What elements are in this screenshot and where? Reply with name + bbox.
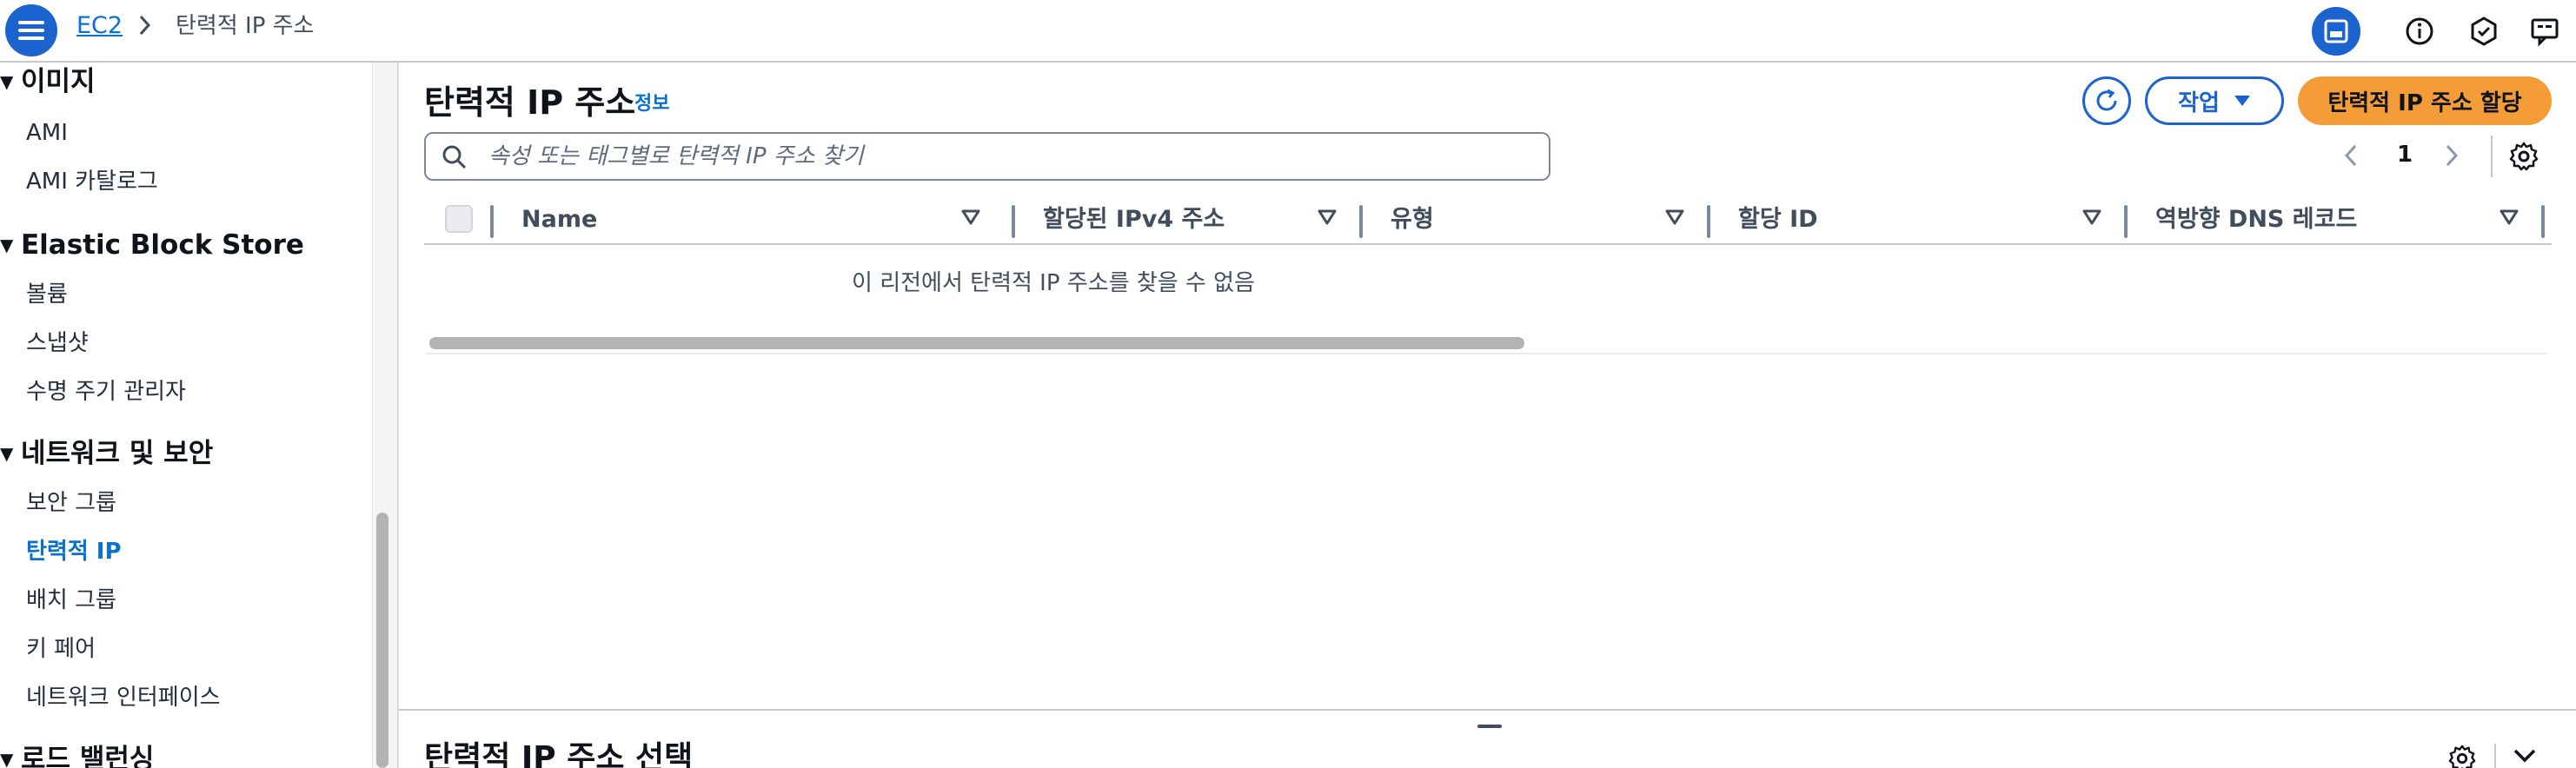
column-header-allocation-id[interactable]: 할당 ID: [1738, 203, 1818, 236]
search-field[interactable]: [424, 132, 1550, 181]
select-all-checkbox[interactable]: [445, 205, 473, 233]
sidebar-item-security-groups[interactable]: 보안 그룹: [26, 487, 116, 519]
sidebar-item-elastic-ip[interactable]: 탄력적 IP: [26, 536, 122, 567]
sidebar-navigation: ▼ 이미지 AMI AMI 카탈로그 ▼ Elastic Block Store 볼…: [0, 63, 372, 768]
caret-down-icon: [2234, 96, 2250, 106]
allocate-elastic-ip-button[interactable]: 탄력적 IP 주소 할당: [2298, 76, 2552, 125]
search-input[interactable]: [488, 139, 1531, 174]
sort-icon[interactable]: [2500, 209, 2519, 226]
info-link[interactable]: 정보: [634, 92, 669, 116]
table-empty-message: 이 리전에서 탄력적 IP 주소를 찾을 수 없음: [852, 270, 1255, 296]
refresh-icon: [2096, 89, 2117, 111]
split-panel-divider: [2494, 744, 2496, 768]
column-header-ipv4[interactable]: 할당된 IPv4 주소: [1043, 203, 1225, 236]
sidebar-scrollbar-thumb[interactable]: [376, 513, 388, 768]
sort-icon[interactable]: [2082, 209, 2101, 226]
sidebar-item-ami[interactable]: AMI: [26, 117, 68, 149]
pagination-divider: [2491, 136, 2493, 177]
column-header-name[interactable]: Name: [521, 203, 597, 236]
top-navigation: EC2 탄력적 IP 주소: [0, 0, 2576, 63]
column-divider[interactable]: [1012, 205, 1015, 238]
sidebar-section-images[interactable]: ▼ 이미지: [0, 64, 96, 99]
sidebar-item-network-interfaces[interactable]: 네트워크 인터페이스: [26, 682, 221, 713]
sidebar-section-label: Elastic Block Store: [21, 229, 304, 261]
caret-down-icon: ▼: [0, 71, 14, 92]
sidebar-section-ebs[interactable]: ▼ Elastic Block Store: [0, 228, 304, 262]
chevron-right-icon: [137, 12, 153, 42]
sidebar-item-volumes[interactable]: 볼륨: [26, 279, 68, 310]
menu-icon[interactable]: [5, 4, 57, 56]
breadcrumb-current: 탄력적 IP 주소: [176, 13, 315, 39]
chevron-down-icon[interactable]: [2512, 747, 2538, 768]
panel-toggle-icon[interactable]: [2312, 7, 2360, 56]
refresh-button[interactable]: [2082, 76, 2131, 125]
split-panel-settings-gear-icon[interactable]: [2447, 744, 2477, 768]
column-divider[interactable]: [2124, 205, 2128, 238]
sidebar-section-network-security[interactable]: ▼ 네트워크 및 보안: [0, 436, 213, 471]
sort-icon[interactable]: [1665, 209, 1684, 226]
pagination-page-number[interactable]: 1: [2397, 139, 2413, 170]
sidebar-item-key-pairs[interactable]: 키 페어: [26, 633, 96, 665]
sidebar-section-label: 로드 밸런싱: [21, 744, 155, 768]
info-icon[interactable]: [2395, 7, 2444, 56]
breadcrumb-ec2-link[interactable]: EC2: [76, 10, 123, 42]
sidebar-item-lifecycle-manager[interactable]: 수명 주기 관리자: [26, 376, 186, 407]
pagination-next-icon[interactable]: [2444, 142, 2460, 172]
actions-label: 작업: [2178, 89, 2220, 116]
settings-gear-icon[interactable]: [2508, 141, 2539, 175]
column-header-reverse-dns[interactable]: 역방향 DNS 레코드: [2155, 203, 2357, 236]
sidebar-item-placement-groups[interactable]: 배치 그룹: [26, 585, 116, 616]
sort-icon[interactable]: [1318, 209, 1337, 226]
feedback-icon[interactable]: [2520, 7, 2569, 56]
sidebar-divider: [397, 63, 399, 768]
caret-down-icon: ▼: [0, 235, 14, 255]
split-panel-border: [399, 709, 2576, 711]
page-title: 탄력적 IP 주소: [424, 83, 636, 122]
sort-icon[interactable]: [961, 209, 980, 226]
actions-dropdown-button[interactable]: 작업: [2145, 76, 2284, 125]
pagination-prev-icon[interactable]: [2343, 142, 2359, 172]
column-header-type[interactable]: 유형: [1391, 203, 1434, 236]
column-divider[interactable]: [1707, 205, 1710, 238]
sidebar-section-load-balancing[interactable]: ▼ 로드 밸런싱: [0, 742, 154, 768]
column-divider[interactable]: [1359, 205, 1363, 238]
split-panel-resize-handle[interactable]: [1477, 725, 1502, 728]
security-hexagon-icon[interactable]: [2460, 7, 2508, 56]
caret-down-icon: ▼: [0, 749, 14, 768]
sidebar-item-snapshots[interactable]: 스냅샷: [26, 328, 89, 359]
search-icon: [442, 145, 467, 169]
table-horizontal-scrollbar-thumb[interactable]: [429, 337, 1524, 349]
sidebar-item-ami-catalog[interactable]: AMI 카탈로그: [26, 166, 158, 197]
caret-down-icon: ▼: [0, 443, 14, 464]
split-panel-title: 탄력적 IP 주소 선택: [424, 740, 694, 768]
column-divider: [490, 205, 494, 238]
table-header: Name 할당된 IPv4 주소 유형 할당 ID 역방향 DNS 레코드: [424, 196, 2552, 245]
sidebar-section-label: 네트워크 및 보안: [21, 438, 214, 469]
column-divider[interactable]: [2541, 205, 2545, 238]
sidebar-section-label: 이미지: [21, 66, 96, 97]
